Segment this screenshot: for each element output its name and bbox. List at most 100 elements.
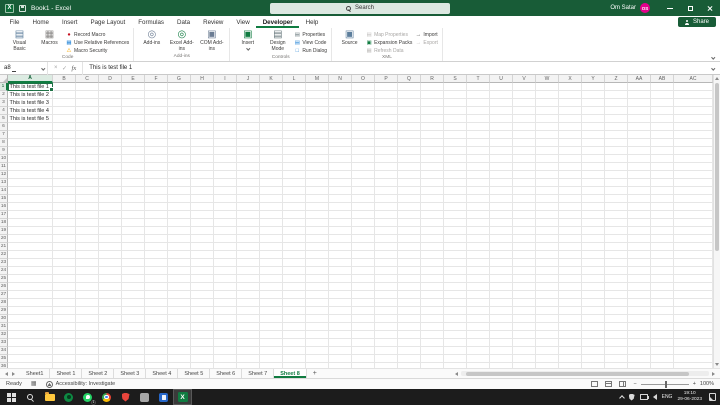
cell-v15[interactable] [513, 195, 536, 203]
cell-i9[interactable] [214, 147, 237, 155]
cell-d34[interactable] [99, 347, 122, 355]
cell-w7[interactable] [536, 131, 559, 139]
cell-c7[interactable] [76, 131, 99, 139]
cell-u35[interactable] [490, 355, 513, 363]
cell-m30[interactable] [306, 315, 329, 323]
cell-r28[interactable] [421, 299, 444, 307]
cell-x19[interactable] [559, 227, 582, 235]
cell-a1[interactable]: This is test file 1 [7, 83, 54, 92]
cell-h32[interactable] [191, 331, 214, 339]
cell-j34[interactable] [237, 347, 260, 355]
cell-e29[interactable] [122, 307, 145, 315]
cell-u28[interactable] [490, 299, 513, 307]
cell-i31[interactable] [214, 323, 237, 331]
cell-d25[interactable] [99, 275, 122, 283]
cell-aa6[interactable] [628, 123, 651, 131]
cell-j20[interactable] [237, 235, 260, 243]
cell-b25[interactable] [53, 275, 76, 283]
cell-h15[interactable] [191, 195, 214, 203]
cell-h4[interactable] [191, 107, 214, 115]
cell-p9[interactable] [375, 147, 398, 155]
cell-c34[interactable] [76, 347, 99, 355]
cell-y26[interactable] [582, 283, 605, 291]
cell-a32[interactable] [8, 331, 53, 339]
cell-z36[interactable] [605, 363, 628, 368]
cell-w2[interactable] [536, 91, 559, 99]
cell-aa18[interactable] [628, 219, 651, 227]
search-box[interactable]: Search [270, 2, 450, 14]
row-header-33[interactable]: 33 [0, 339, 8, 347]
cell-f18[interactable] [145, 219, 168, 227]
cell-l7[interactable] [283, 131, 306, 139]
cell-f31[interactable] [145, 323, 168, 331]
cell-aa5[interactable] [628, 115, 651, 123]
cell-j26[interactable] [237, 283, 260, 291]
cell-ab17[interactable] [651, 211, 674, 219]
cell-ac31[interactable] [674, 323, 713, 331]
sheet-tab-sheet-8[interactable]: Sheet 8 [274, 369, 307, 378]
ribbon-button-view-code[interactable]: View Code [294, 40, 327, 47]
row-header-21[interactable]: 21 [0, 243, 8, 251]
cell-q19[interactable] [398, 227, 421, 235]
row-header-22[interactable]: 22 [0, 251, 8, 259]
cell-r1[interactable] [421, 83, 444, 91]
cell-j27[interactable] [237, 291, 260, 299]
cell-v9[interactable] [513, 147, 536, 155]
cell-h29[interactable] [191, 307, 214, 315]
row-header-18[interactable]: 18 [0, 219, 8, 227]
cell-u31[interactable] [490, 323, 513, 331]
cell-aa24[interactable] [628, 267, 651, 275]
cell-i21[interactable] [214, 243, 237, 251]
cell-m14[interactable] [306, 187, 329, 195]
new-sheet-button[interactable]: + [307, 369, 323, 378]
cell-u26[interactable] [490, 283, 513, 291]
cell-k29[interactable] [260, 307, 283, 315]
avatar[interactable]: OS [640, 3, 650, 13]
cell-x36[interactable] [559, 363, 582, 368]
cell-ab24[interactable] [651, 267, 674, 275]
cell-p28[interactable] [375, 299, 398, 307]
ribbon-button-expansion-packs[interactable]: Expansion Packs [366, 40, 412, 47]
cell-d29[interactable] [99, 307, 122, 315]
cell-a18[interactable] [8, 219, 53, 227]
cell-s3[interactable] [444, 99, 467, 107]
cell-u2[interactable] [490, 91, 513, 99]
cell-w3[interactable] [536, 99, 559, 107]
cell-ac15[interactable] [674, 195, 713, 203]
cell-b4[interactable] [53, 107, 76, 115]
cell-g19[interactable] [168, 227, 191, 235]
column-header-l[interactable]: L [283, 75, 306, 83]
cell-i25[interactable] [214, 275, 237, 283]
cell-a26[interactable] [8, 283, 53, 291]
horizontal-scrollbar[interactable] [450, 369, 720, 378]
cell-ac30[interactable] [674, 315, 713, 323]
cell-p17[interactable] [375, 211, 398, 219]
cell-p8[interactable] [375, 139, 398, 147]
cell-v20[interactable] [513, 235, 536, 243]
cell-i27[interactable] [214, 291, 237, 299]
cell-b36[interactable] [53, 363, 76, 368]
cell-o31[interactable] [352, 323, 375, 331]
cell-c21[interactable] [76, 243, 99, 251]
column-header-t[interactable]: T [467, 75, 490, 83]
row-header-10[interactable]: 10 [0, 155, 8, 163]
cell-c26[interactable] [76, 283, 99, 291]
cell-k5[interactable] [260, 115, 283, 123]
taskbar-start-icon[interactable] [2, 389, 21, 405]
cell-n26[interactable] [329, 283, 352, 291]
cell-q12[interactable] [398, 171, 421, 179]
cell-d13[interactable] [99, 179, 122, 187]
cell-ac8[interactable] [674, 139, 713, 147]
cell-ac25[interactable] [674, 275, 713, 283]
cell-ac11[interactable] [674, 163, 713, 171]
cell-o16[interactable] [352, 203, 375, 211]
cell-n14[interactable] [329, 187, 352, 195]
cell-j15[interactable] [237, 195, 260, 203]
cell-n29[interactable] [329, 307, 352, 315]
cell-g18[interactable] [168, 219, 191, 227]
cell-g13[interactable] [168, 179, 191, 187]
cell-k36[interactable] [260, 363, 283, 368]
cell-ac18[interactable] [674, 219, 713, 227]
row-header-27[interactable]: 27 [0, 291, 8, 299]
row-header-8[interactable]: 8 [0, 139, 8, 147]
